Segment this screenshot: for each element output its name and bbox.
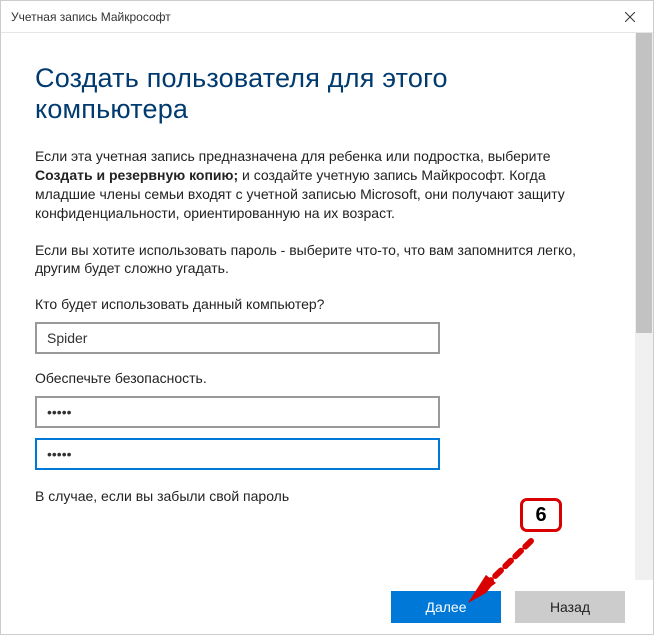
window-title: Учетная запись Майкрософт (11, 10, 171, 24)
password-advice: Если вы хотите использовать пароль - выб… (35, 241, 605, 279)
username-input[interactable] (35, 322, 440, 354)
password-input[interactable] (35, 396, 440, 428)
intro-prefix: Если эта учетная запись предназначена дл… (35, 148, 551, 164)
back-button[interactable]: Назад (515, 591, 625, 623)
username-label: Кто будет использовать данный компьютер? (35, 296, 605, 312)
titlebar: Учетная запись Майкрософт (1, 1, 653, 33)
page-title: Создать пользователя для этого компьютер… (35, 63, 605, 125)
intro-bold: Создать и резервную копию; (35, 167, 238, 183)
footer: Далее Назад (1, 580, 653, 634)
dialog-window: Учетная запись Майкрософт Создать пользо… (0, 0, 654, 635)
close-button[interactable] (607, 1, 653, 33)
content-wrapper: Создать пользователя для этого компьютер… (1, 33, 653, 634)
close-icon (625, 12, 635, 22)
annotation-badge: 6 (520, 498, 562, 532)
scrollbar-thumb[interactable] (636, 33, 652, 333)
scrollbar-track[interactable] (635, 33, 653, 580)
next-button[interactable]: Далее (391, 591, 501, 623)
security-label: Обеспечьте безопасность. (35, 370, 605, 386)
confirm-password-input[interactable] (35, 438, 440, 470)
intro-paragraph: Если эта учетная запись предназначена дл… (35, 147, 605, 223)
